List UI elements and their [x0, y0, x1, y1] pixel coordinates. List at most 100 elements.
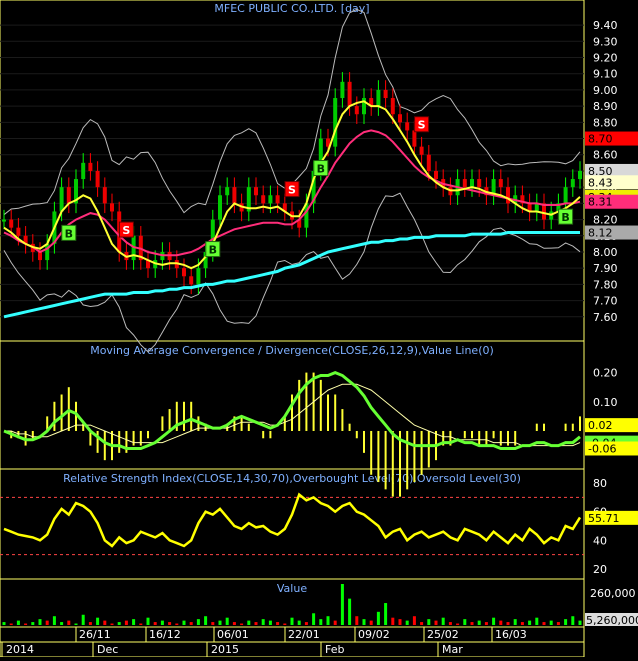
- volume-bar: [456, 624, 459, 625]
- volume-chart-title: Value: [277, 582, 307, 595]
- candle-body: [412, 130, 416, 146]
- candle-body: [477, 179, 481, 187]
- macd-chart-title: Moving Average Convergence / Divergence(…: [90, 344, 494, 357]
- signal-label: B: [209, 244, 217, 257]
- candle-body: [232, 187, 236, 203]
- macd-tick-label: 0.20: [593, 367, 618, 380]
- period-label: 2014: [6, 643, 34, 656]
- volume-bar: [327, 616, 330, 625]
- price-tick-label: 9.10: [593, 68, 618, 81]
- volume-bar: [132, 619, 135, 625]
- volume-bar: [67, 621, 70, 625]
- volume-bar: [247, 621, 250, 625]
- candle-body: [427, 155, 431, 171]
- volume-bar: [363, 619, 366, 625]
- period-label: Feb: [325, 643, 344, 656]
- volume-bar: [406, 621, 409, 625]
- volume-bar: [305, 622, 308, 625]
- volume-bar: [75, 624, 78, 625]
- volume-bar: [60, 622, 63, 625]
- volume-bar: [262, 619, 265, 625]
- candle-body: [463, 179, 467, 187]
- stock-chart-window: MFEC PUBLIC CO.,LTD. [day] Moving Averag…: [0, 0, 638, 657]
- volume-bar: [413, 616, 416, 625]
- volume-bar: [557, 622, 560, 625]
- candle-body: [103, 187, 107, 203]
- price-value-label: 8.12: [588, 227, 613, 240]
- price-tick-label: 7.70: [593, 295, 618, 308]
- candle-body: [506, 187, 510, 203]
- candle-body: [470, 179, 474, 187]
- volume-bar: [240, 624, 243, 625]
- volume-bar: [31, 622, 34, 625]
- price-tick-label: 8.90: [593, 100, 618, 113]
- volume-tick-label: 5,260,000: [586, 614, 638, 627]
- volume-bar: [442, 618, 445, 625]
- candle-body: [38, 252, 42, 260]
- volume-bar: [269, 621, 272, 625]
- rsi-tick-label: 20: [593, 563, 607, 576]
- macd-tick-label: 0.10: [593, 396, 618, 409]
- volume-bar: [319, 619, 322, 625]
- macd-value-label: 0.02: [588, 419, 613, 432]
- volume-bar: [348, 599, 351, 625]
- volume-bar: [435, 621, 438, 625]
- date-axis: 26/1116/1206/0122/0109/0225/0216/032014D…: [0, 627, 584, 657]
- rsi-chart-title: Relative Strength Index(CLOSE,14,30,70),…: [63, 472, 521, 485]
- price-tick-label: 9.40: [593, 19, 618, 32]
- volume-bar: [161, 621, 164, 625]
- volume-bar: [276, 622, 279, 625]
- price-tick-label: 8.20: [593, 214, 618, 227]
- volume-bar: [291, 618, 294, 625]
- volume-bar: [334, 621, 337, 625]
- volume-bar: [564, 619, 567, 625]
- volume-bar: [211, 622, 214, 625]
- volume-bar: [507, 622, 510, 625]
- volume-bar: [571, 616, 574, 625]
- volume-bar: [492, 618, 495, 625]
- volume-bar: [46, 621, 49, 625]
- volume-bar: [118, 622, 121, 625]
- volume-bar: [183, 621, 186, 625]
- volume-bar: [550, 621, 553, 625]
- rsi-tick-label: 40: [593, 534, 607, 547]
- date-tick-label: 16/12: [149, 628, 181, 641]
- candle-body: [189, 276, 193, 284]
- volume-bar: [499, 621, 502, 625]
- volume-bar: [391, 618, 394, 625]
- signal-label: S: [122, 224, 130, 237]
- candle-body: [261, 195, 265, 203]
- volume-bar: [471, 622, 474, 625]
- candle-body: [182, 268, 186, 276]
- candle-body: [391, 98, 395, 114]
- period-label: Mar: [442, 643, 463, 656]
- signal-label: B: [65, 227, 73, 240]
- volume-bar: [226, 618, 229, 625]
- volume-bar: [111, 624, 114, 625]
- candle-body: [340, 82, 344, 98]
- price-tick-label: 7.80: [593, 278, 618, 291]
- price-tick-label: 8.80: [593, 116, 618, 129]
- price-axis: 9.409.309.209.109.008.908.808.708.608.50…: [585, 19, 638, 324]
- price-tick-label: 8.00: [593, 246, 618, 259]
- date-tick-label: 06/01: [217, 628, 249, 641]
- candle-body: [96, 171, 100, 187]
- price-value-label: 8.70: [588, 133, 613, 146]
- volume-bar: [485, 622, 488, 625]
- volume-bar: [204, 616, 207, 625]
- volume-bar: [175, 624, 178, 625]
- rsi-value-label: 55.71: [588, 512, 620, 525]
- volume-bar: [312, 613, 315, 625]
- price-chart-title: MFEC PUBLIC CO.,LTD. [day]: [214, 2, 369, 15]
- candle-body: [81, 163, 85, 179]
- candle-body: [405, 122, 409, 130]
- volume-bar: [341, 584, 344, 625]
- price-tick-label: 7.90: [593, 262, 618, 275]
- price-tick-label: 9.30: [593, 35, 618, 48]
- candle-body: [67, 187, 71, 203]
- signal-label: S: [418, 119, 426, 132]
- candle-body: [355, 106, 359, 114]
- date-tick-label: 25/02: [427, 628, 459, 641]
- candle-body: [333, 98, 337, 147]
- candle-body: [225, 187, 229, 195]
